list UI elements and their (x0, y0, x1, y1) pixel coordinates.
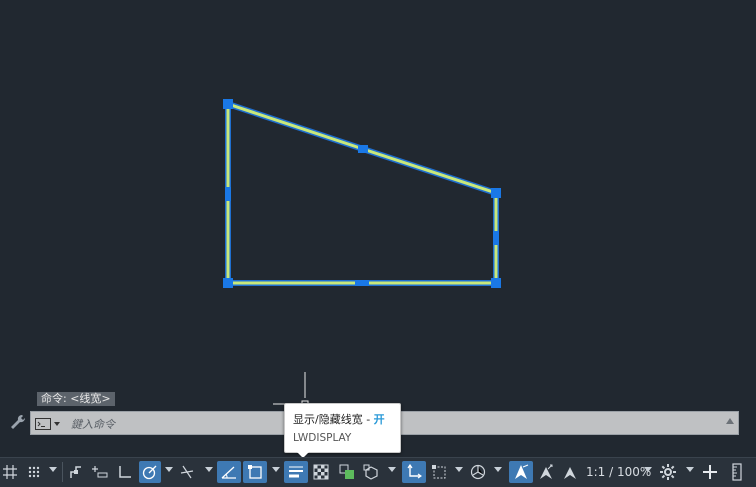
chevron-down-icon[interactable] (494, 467, 502, 472)
selection-filter-icon (432, 465, 446, 479)
vertex-grip[interactable] (223, 99, 233, 109)
status-bar: 1:1 / 100% (0, 457, 756, 487)
isodraft-icon (180, 465, 194, 479)
command-history-scroll-icon[interactable] (726, 418, 734, 424)
object-snap-tracking-icon (221, 466, 236, 479)
workspace-switching-button[interactable] (656, 461, 680, 483)
gear-icon (660, 464, 676, 480)
crosshair-cursor (273, 372, 309, 408)
3d-object-snap-icon (363, 464, 378, 480)
midpoint-grip[interactable] (358, 145, 368, 153)
annotation-scale-button[interactable] (559, 461, 581, 483)
command-recent-button[interactable] (35, 416, 61, 432)
midpoint-grip[interactable] (225, 187, 231, 201)
isodraft-button[interactable] (176, 461, 198, 483)
polar-tracking-icon (142, 465, 157, 480)
gizmo-button[interactable] (467, 461, 489, 483)
midpoint-grip[interactable] (355, 280, 369, 286)
selection-cycling-button[interactable] (336, 461, 358, 483)
lineweight-icon (289, 466, 303, 478)
tooltip: 显示/隐藏线宽 - 开 LWDISPLAY (284, 403, 401, 458)
chevron-down-icon[interactable] (165, 467, 173, 472)
polar-tracking-button[interactable] (139, 461, 161, 483)
chevron-down-icon[interactable] (455, 467, 463, 472)
object-snap-button[interactable] (243, 461, 267, 483)
chevron-down-icon[interactable] (388, 467, 396, 472)
separator (62, 462, 63, 482)
annotation-scale-value[interactable]: 1:1 / 100% (586, 461, 651, 483)
midpoint-grip[interactable] (493, 231, 499, 245)
annotation-scale-icon (564, 467, 576, 479)
tooltip-state: 开 (373, 413, 385, 426)
dynamic-input-button[interactable] (90, 461, 110, 483)
annotation-autoscale-button[interactable] (535, 461, 557, 483)
annotation-autoscale-icon (540, 464, 553, 479)
selected-polyline[interactable] (225, 99, 499, 286)
vertex-grip[interactable] (491, 278, 501, 288)
object-snap-tracking-button[interactable] (217, 461, 241, 483)
dynamic-ucs-button[interactable] (402, 461, 426, 483)
snap-mode-button[interactable] (24, 461, 44, 483)
vertex-grip[interactable] (223, 278, 233, 288)
ortho-icon (119, 466, 131, 478)
selection-filter-button[interactable] (428, 461, 450, 483)
tooltip-title: 显示/隐藏线宽 - (293, 413, 374, 426)
infer-constraints-icon (70, 466, 81, 478)
wrench-icon[interactable] (8, 413, 28, 433)
dynamic-input-icon (92, 466, 108, 478)
annotation-monitor-button[interactable] (699, 461, 721, 483)
annotation-visibility-button[interactable] (509, 461, 533, 483)
transparency-button[interactable] (310, 461, 332, 483)
chevron-down-icon[interactable] (686, 467, 694, 472)
vertex-grip[interactable] (491, 188, 501, 198)
tooltip-command: LWDISPLAY (293, 432, 352, 444)
terminal-icon (35, 418, 51, 430)
gizmo-icon (470, 464, 486, 480)
chevron-down-icon[interactable] (644, 467, 652, 472)
infer-constraints-button[interactable] (66, 461, 86, 483)
ortho-mode-button[interactable] (114, 461, 136, 483)
grid-display-button[interactable] (2, 461, 18, 483)
transparency-icon (313, 464, 329, 480)
units-button[interactable] (726, 461, 748, 483)
chevron-down-icon (54, 422, 60, 426)
grid-icon (3, 465, 17, 479)
command-history-line: 命令: <线宽> (37, 392, 115, 406)
selection-cycling-icon (339, 464, 354, 479)
chevron-down-icon[interactable] (49, 467, 57, 472)
chevron-down-icon[interactable] (272, 467, 280, 472)
plus-icon (703, 465, 717, 479)
chevron-down-icon[interactable] (205, 467, 213, 472)
annotation-visibility-icon (515, 464, 529, 479)
ruler-icon (732, 463, 742, 481)
3d-object-snap-button[interactable] (360, 461, 382, 483)
snap-dots-icon (28, 466, 40, 478)
lineweight-button[interactable] (284, 461, 308, 483)
object-snap-icon (248, 465, 262, 479)
dynamic-ucs-icon (407, 464, 422, 479)
